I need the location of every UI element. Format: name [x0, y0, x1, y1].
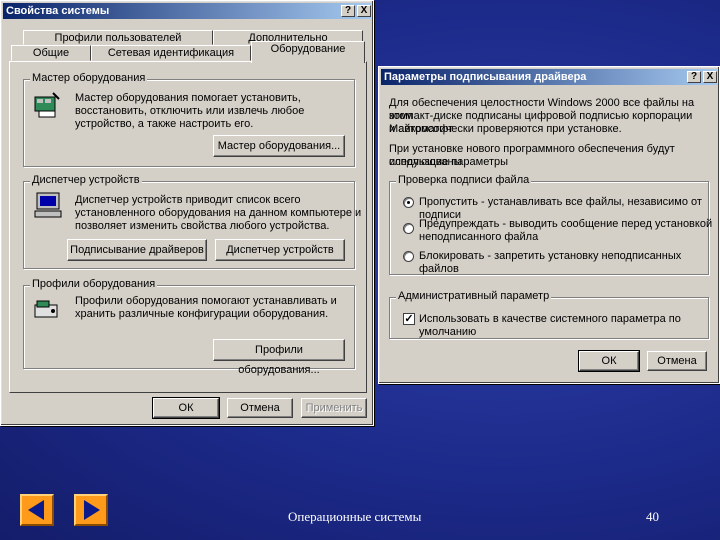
- tab-user-profiles[interactable]: Профили пользователей: [23, 30, 213, 45]
- group-label: Профили оборудования: [30, 278, 158, 290]
- arrow-left-icon: [28, 500, 44, 520]
- system-properties-titlebar[interactable]: Свойства системы: [3, 3, 371, 19]
- help-button[interactable]: ?: [341, 5, 355, 17]
- computer-icon: [33, 191, 63, 222]
- driver-signing-dialog: Параметры подписывания драйвера ? X Для …: [378, 66, 720, 384]
- devmgr-desc-2: установленного оборудования на данном ко…: [75, 207, 362, 219]
- hardware-profiles-icon: [33, 297, 61, 324]
- wizard-desc-1: Мастер оборудования помогает установить,: [75, 92, 301, 104]
- apply-button[interactable]: Применить: [301, 398, 367, 418]
- profiles-desc-1: Профили оборудования помогают устанавлив…: [75, 295, 337, 307]
- close-button[interactable]: X: [703, 71, 717, 83]
- tab-hardware[interactable]: Оборудование: [251, 41, 365, 63]
- help-button[interactable]: ?: [687, 71, 701, 83]
- radio-block[interactable]: [403, 251, 414, 262]
- driver-signing-button[interactable]: Подписывание драйверов: [67, 239, 207, 261]
- hardware-wizard-button[interactable]: Мастер оборудования...: [213, 135, 345, 157]
- footer-title: Операционные системы: [288, 509, 422, 524]
- wizard-desc-3: устройство, а также настроить его.: [75, 118, 254, 130]
- cancel-button[interactable]: Отмена: [227, 398, 293, 418]
- radio-warn[interactable]: [403, 223, 414, 234]
- wizard-desc-2: восстановить, отключить или извлечь любо…: [75, 105, 305, 117]
- radio-ignore[interactable]: [403, 197, 414, 208]
- devmgr-desc-3: позволяет изменить свойства любого устро…: [75, 220, 330, 232]
- device-manager-button[interactable]: Диспетчер устройств: [215, 239, 345, 261]
- intro-line-3: и автоматически проверяются при установк…: [389, 123, 622, 135]
- hardware-wizard-icon: [33, 91, 61, 122]
- default-setting-checkbox[interactable]: ✓: [403, 313, 415, 325]
- group-label: Диспетчер устройств: [30, 174, 142, 186]
- ok-button[interactable]: ОК: [152, 397, 220, 419]
- system-properties-window: Свойства системы ? X Профили пользовател…: [0, 0, 374, 426]
- hardware-profiles-button[interactable]: Профили оборудования...: [213, 339, 345, 376]
- next-slide-button[interactable]: [74, 494, 108, 526]
- group-label: Административный параметр: [396, 290, 552, 302]
- devmgr-desc-1: Диспетчер устройств приводит список всег…: [75, 194, 301, 206]
- cancel-button[interactable]: Отмена: [647, 351, 707, 371]
- driver-signing-titlebar[interactable]: Параметры подписывания драйвера: [381, 69, 717, 85]
- default-setting-label[interactable]: Использовать в качестве системного парам…: [419, 313, 719, 339]
- profiles-desc-2: хранить различные конфигурации оборудова…: [75, 308, 329, 320]
- window-title: Свойства системы: [6, 5, 110, 17]
- close-button[interactable]: X: [357, 5, 371, 17]
- intro-line-5: следующие параметры: [389, 156, 509, 168]
- radio-warn-label[interactable]: Предупреждать - выводить сообщение перед…: [419, 218, 712, 231]
- tab-general[interactable]: Общие: [11, 45, 91, 61]
- ok-button[interactable]: ОК: [578, 350, 640, 372]
- group-label: Мастер оборудования: [30, 72, 148, 84]
- group-label: Проверка подписи файла: [396, 174, 532, 186]
- page-number: 40: [646, 509, 659, 524]
- radio-warn-label-2: неподписанного файла: [419, 231, 539, 243]
- radio-block-label[interactable]: Блокировать - запретить установку неподп…: [419, 250, 719, 276]
- arrow-right-icon: [84, 500, 100, 520]
- prev-slide-button[interactable]: [20, 494, 54, 526]
- tab-network-id[interactable]: Сетевая идентификация: [91, 45, 251, 61]
- dialog-title: Параметры подписывания драйвера: [384, 71, 587, 83]
